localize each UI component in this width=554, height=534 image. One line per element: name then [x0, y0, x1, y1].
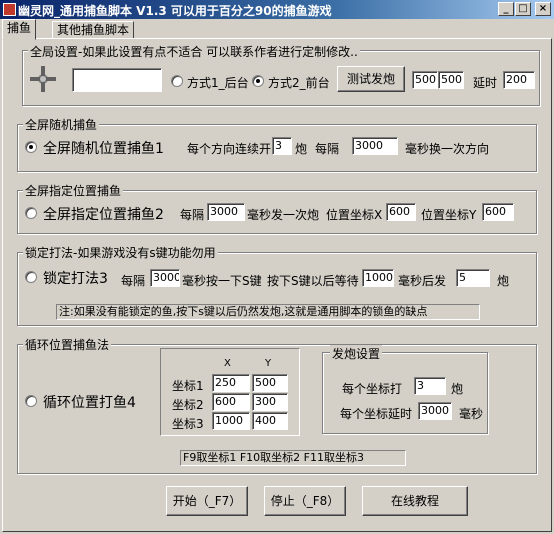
- shot-unit-label: 炮: [295, 142, 308, 156]
- loop-shot-unit: 炮: [451, 382, 464, 396]
- loop-mode-radio[interactable]: [25, 395, 37, 407]
- tab-other-scripts[interactable]: 其他捕鱼脚本: [52, 21, 135, 39]
- coord3-y-input[interactable]: 400: [252, 412, 288, 430]
- mode1-label: 方式1_后台: [187, 76, 249, 90]
- delay-input[interactable]: 200: [503, 71, 535, 89]
- coord2-x-input[interactable]: 600: [212, 393, 250, 411]
- col-x-header: X: [224, 358, 231, 369]
- coord3-x-input[interactable]: 1000: [212, 412, 250, 430]
- mode2-radio[interactable]: [252, 75, 264, 87]
- fire-count-input[interactable]: 5: [456, 269, 490, 287]
- stop-button[interactable]: 停止（_F8）: [264, 486, 346, 516]
- random-mode-radio[interactable]: [25, 141, 37, 153]
- wait-input[interactable]: 1000: [362, 269, 394, 287]
- fixed-mode-label: 全屏指定位置捕鱼2: [43, 207, 164, 223]
- mode1-radio[interactable]: [171, 75, 183, 87]
- fixed-fishing-title: 全屏指定位置捕鱼: [23, 182, 124, 199]
- global-settings-title: 全局设置-如果此设置有点不适合 可以联系作者进行定制修改..: [28, 43, 360, 60]
- lock-fishing-title: 锁定打法-如果游戏没有s键功能勿用: [23, 244, 218, 261]
- fixed-interval-suffix: 毫秒发一次炮: [247, 208, 320, 222]
- delay-label: 延时: [473, 76, 498, 90]
- title-bar: 幽灵网_通用捕鱼脚本 V1.3 可以用于百分之90的捕鱼游戏 _ □ ×: [0, 0, 554, 19]
- lock-mode-radio[interactable]: [25, 271, 37, 283]
- tab-fishing[interactable]: 捕鱼: [2, 19, 37, 40]
- window-title: 幽灵网_通用捕鱼脚本 V1.3 可以用于百分之90的捕鱼游戏: [18, 4, 332, 18]
- coord-delay-label: 每个坐标延时: [340, 407, 413, 421]
- per-coord-label: 每个坐标打: [342, 382, 403, 396]
- close-button[interactable]: ×: [535, 2, 551, 16]
- crosshair-drag-icon[interactable]: [28, 64, 58, 94]
- lock-mode-label: 锁定打法3: [43, 271, 108, 287]
- start-button[interactable]: 开始（_F7）: [166, 486, 248, 516]
- lock-note: 注:如果没有能锁定的鱼,按下s键以后仍然发炮,这就是通用脚本的锁鱼的缺点: [56, 304, 480, 320]
- coord2-y-input[interactable]: 300: [252, 393, 288, 411]
- window-handle-input[interactable]: [72, 68, 162, 92]
- online-tutorial-button[interactable]: 在线教程: [362, 486, 468, 516]
- lock-shot-unit: 炮: [497, 274, 510, 288]
- col-y-header: Y: [265, 358, 272, 369]
- param-input-2[interactable]: 500: [438, 71, 464, 89]
- fixed-interval-label: 每隔: [180, 208, 205, 222]
- pos-y-label: 位置坐标Y: [421, 208, 477, 222]
- loop-mode-label: 循环位置打鱼4: [43, 395, 136, 411]
- fire-after-label: 毫秒后发: [398, 274, 447, 288]
- direction-interval-input[interactable]: 3000: [352, 137, 398, 155]
- tab-strip: 捕鱼 其他捕鱼脚本: [0, 19, 554, 40]
- fire-settings-title: 发炮设置: [330, 345, 383, 362]
- interval-suffix-label: 毫秒换一次方向: [405, 142, 490, 156]
- fixed-mode-radio[interactable]: [25, 207, 37, 219]
- pos-x-input[interactable]: 600: [386, 203, 416, 221]
- minimize-button[interactable]: _: [498, 2, 514, 16]
- coord1-x-input[interactable]: 250: [212, 374, 250, 392]
- random-mode-label: 全屏随机位置捕鱼1: [43, 141, 164, 157]
- test-fire-button[interactable]: 测试发炮: [337, 66, 405, 92]
- consecutive-input[interactable]: 3: [272, 137, 292, 155]
- coord1-y-input[interactable]: 500: [252, 374, 288, 392]
- coord-delay-input[interactable]: 3000: [418, 402, 452, 420]
- press-s-label: 毫秒按一下S键: [182, 274, 262, 288]
- random-fishing-title: 全屏随机捕鱼: [23, 116, 100, 133]
- per-coord-input[interactable]: 3: [414, 377, 446, 395]
- param-input-1[interactable]: 500: [412, 71, 438, 89]
- consecutive-label: 每个方向连续开: [187, 142, 272, 156]
- wait-label: 按下S键以后等待: [267, 274, 359, 288]
- pos-x-label: 位置坐标X: [326, 208, 383, 222]
- pos-y-input[interactable]: 600: [482, 203, 514, 221]
- interval-label: 每隔: [315, 142, 340, 156]
- coord2-label: 坐标2: [172, 398, 204, 412]
- lock-interval-label: 每隔: [121, 274, 146, 288]
- hotkeys-note: F9取坐标1 F10取坐标2 F11取坐标3: [180, 450, 406, 466]
- loop-fishing-title: 循环位置捕鱼法: [23, 336, 112, 353]
- delay-unit-label: 毫秒: [459, 407, 484, 421]
- fixed-interval-input[interactable]: 3000: [207, 203, 245, 221]
- mode2-label: 方式2_前台: [268, 76, 330, 90]
- maximize-button[interactable]: □: [515, 2, 531, 16]
- lock-interval-input[interactable]: 3000: [150, 269, 180, 287]
- coord3-label: 坐标3: [172, 417, 204, 431]
- coord1-label: 坐标1: [172, 379, 204, 393]
- app-icon: [3, 3, 16, 16]
